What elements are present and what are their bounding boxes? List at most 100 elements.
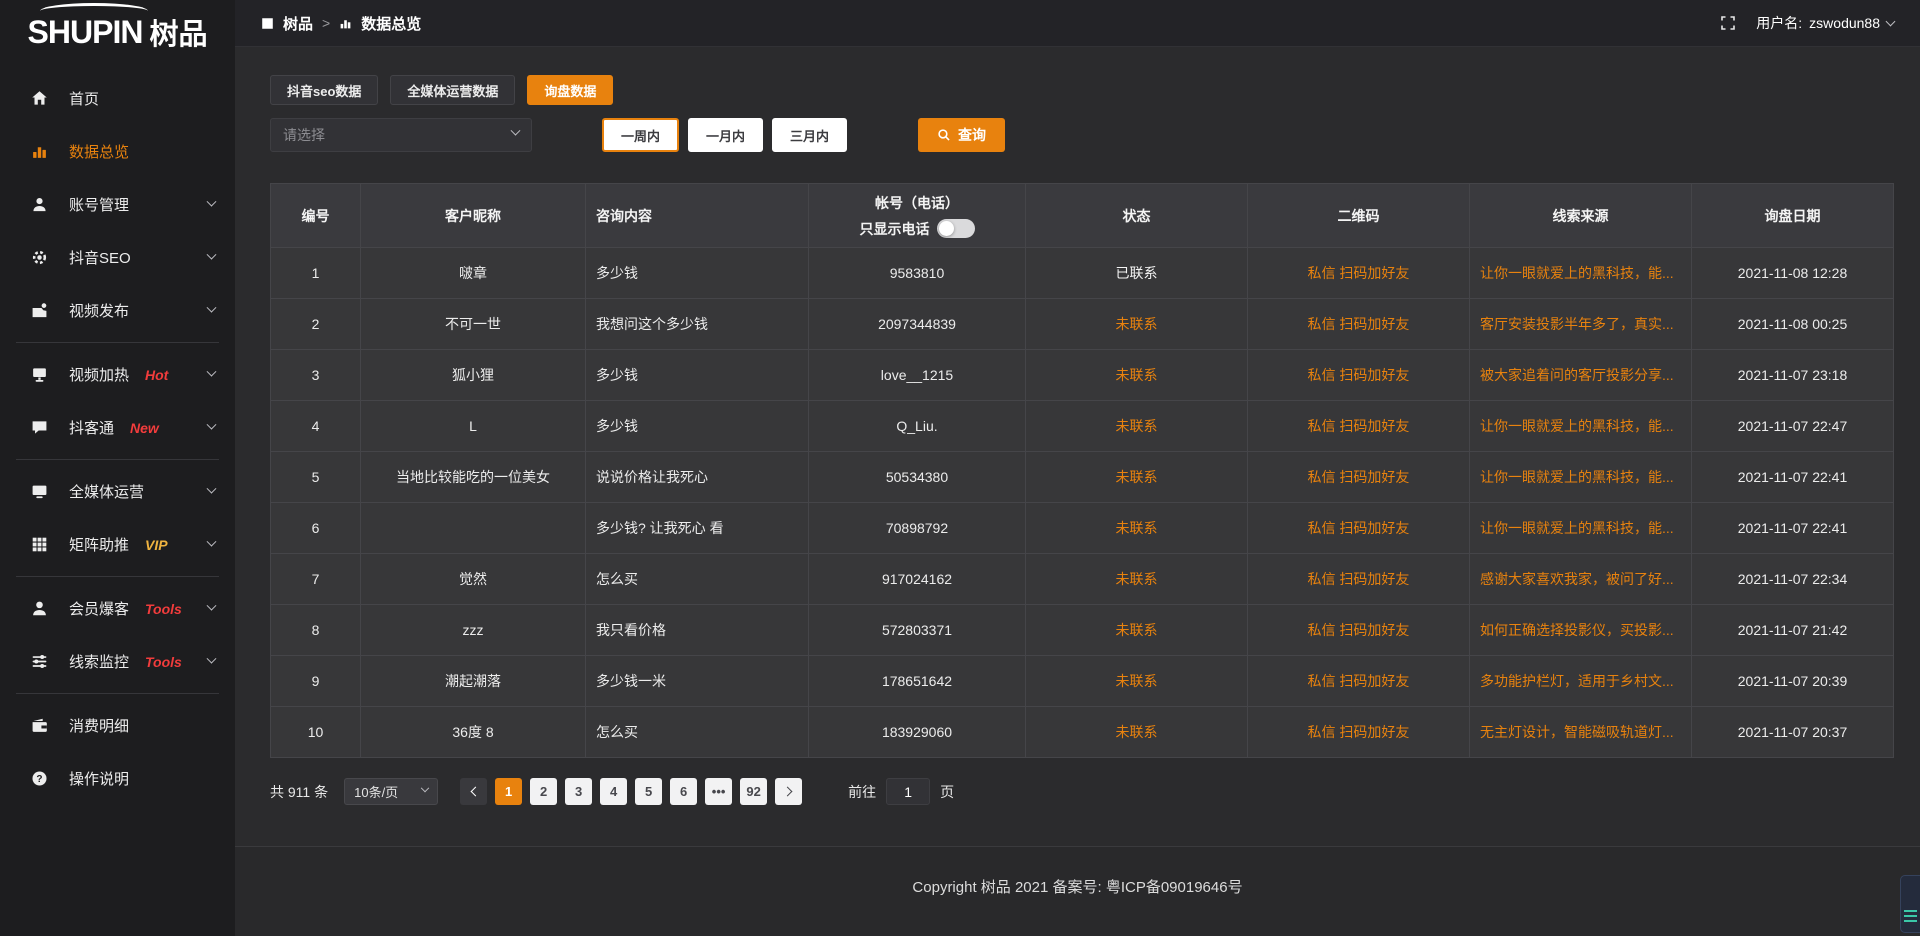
logo[interactable]: SHUPIN 树品 bbox=[0, 0, 235, 64]
user-dropdown[interactable]: 用户名: zswodun88 bbox=[1756, 13, 1894, 33]
sidebar-item-label: 数据总览 bbox=[69, 141, 129, 162]
cell-qrcode-link[interactable]: 私信 扫码加好友 bbox=[1248, 605, 1470, 656]
breadcrumb-current: 数据总览 bbox=[361, 13, 421, 34]
sidebar-menu-item[interactable]: 线索监控 Tools bbox=[0, 635, 235, 688]
cell-id: 5 bbox=[271, 452, 361, 503]
sidebar-menu-item[interactable]: ? 操作说明 bbox=[0, 752, 235, 805]
sidebar-menu-item[interactable]: 抖客通 New bbox=[0, 401, 235, 454]
sidebar-item-label: 操作说明 bbox=[69, 768, 129, 789]
home-icon bbox=[30, 90, 48, 108]
cell-content: 多少钱 bbox=[586, 401, 809, 452]
sidebar-menu-item[interactable]: 抖音SEO bbox=[0, 231, 235, 284]
page-button[interactable]: 92 bbox=[740, 778, 767, 805]
cell-account: 70898792 bbox=[809, 503, 1026, 554]
sidebar-item-label: 视频加热 bbox=[69, 364, 129, 385]
cell-qrcode-link[interactable]: 私信 扫码加好友 bbox=[1248, 503, 1470, 554]
data-tab[interactable]: 抖音seo数据 bbox=[270, 75, 378, 105]
page-button[interactable]: ••• bbox=[705, 778, 732, 805]
sidebar-menu-item[interactable]: 会员爆客 Tools bbox=[0, 582, 235, 635]
cell-qrcode-link[interactable]: 私信 扫码加好友 bbox=[1248, 707, 1470, 758]
sidebar-menu-item[interactable]: 视频发布 bbox=[0, 284, 235, 337]
column-header-date: 询盘日期 bbox=[1692, 184, 1894, 248]
sidebar-menu-item[interactable]: 全媒体运营 bbox=[0, 465, 235, 518]
cell-qrcode-link[interactable]: 私信 扫码加好友 bbox=[1248, 452, 1470, 503]
sidebar-menu-item[interactable]: 视频加热 Hot bbox=[0, 348, 235, 401]
cell-qrcode-link[interactable]: 私信 扫码加好友 bbox=[1248, 656, 1470, 707]
cell-id: 2 bbox=[271, 299, 361, 350]
range-button[interactable]: 一周内 bbox=[602, 118, 679, 152]
next-page-button[interactable] bbox=[775, 778, 802, 805]
logo-arc bbox=[40, 3, 148, 19]
table-row: 8 zzz 我只看价格 572803371 未联系 私信 扫码加好友 如何正确选… bbox=[271, 605, 1894, 656]
main-column: 树品 > 数据总览 用户名: zswodun88 bbox=[235, 0, 1920, 936]
bar-chart-icon bbox=[30, 143, 48, 161]
sidebar-item-label: 抖客通 bbox=[69, 417, 114, 438]
cell-source-link[interactable]: 客厅安装投影半年多了，真实... bbox=[1470, 299, 1692, 350]
chevron-down-icon bbox=[207, 303, 217, 313]
phone-toggle-row: 只显示电话 bbox=[809, 219, 1025, 239]
page-button[interactable]: 2 bbox=[530, 778, 557, 805]
cell-id: 4 bbox=[271, 401, 361, 452]
sidebar-menu-item[interactable]: 矩阵助推 VIP bbox=[0, 518, 235, 571]
page-button[interactable]: 5 bbox=[635, 778, 662, 805]
floating-widget[interactable] bbox=[1900, 875, 1920, 933]
cell-id: 3 bbox=[271, 350, 361, 401]
phone-only-toggle[interactable] bbox=[937, 219, 975, 238]
goto-page-input[interactable] bbox=[886, 778, 930, 805]
cell-date: 2021-11-07 22:47 bbox=[1692, 401, 1894, 452]
cell-id: 8 bbox=[271, 605, 361, 656]
sidebar-menu-item[interactable]: 数据总览 bbox=[0, 125, 235, 178]
cell-source-link[interactable]: 无主灯设计，智能磁吸轨道灯... bbox=[1470, 707, 1692, 758]
sidebar-menu-item[interactable]: 消费明细 bbox=[0, 699, 235, 752]
cell-qrcode-link[interactable]: 私信 扫码加好友 bbox=[1248, 299, 1470, 350]
cell-source-link[interactable]: 让你一眼就爱上的黑科技，能... bbox=[1470, 452, 1692, 503]
cell-qrcode-link[interactable]: 私信 扫码加好友 bbox=[1248, 350, 1470, 401]
page-button[interactable]: 3 bbox=[565, 778, 592, 805]
help-icon: ? bbox=[30, 770, 48, 788]
cell-status: 未联系 bbox=[1026, 605, 1248, 656]
filter-select[interactable]: 请选择 bbox=[270, 118, 532, 152]
cell-source-link[interactable]: 让你一眼就爱上的黑科技，能... bbox=[1470, 248, 1692, 299]
cell-source-link[interactable]: 多功能护栏灯，适用于乡村文... bbox=[1470, 656, 1692, 707]
cell-source-link[interactable]: 感谢大家喜欢我家，被问了好... bbox=[1470, 554, 1692, 605]
chevron-down-icon bbox=[207, 484, 217, 494]
cell-source-link[interactable]: 如何正确选择投影仪，买投影... bbox=[1470, 605, 1692, 656]
page-size-value: 10条/页 bbox=[354, 782, 398, 801]
cell-status: 未联系 bbox=[1026, 554, 1248, 605]
range-button[interactable]: 三月内 bbox=[772, 118, 847, 152]
table-header: 编号 客户昵称 咨询内容 帐号（电话） 只显示电话 状态 二维码 线索来源 bbox=[271, 184, 1894, 248]
cell-qrcode-link[interactable]: 私信 扫码加好友 bbox=[1248, 554, 1470, 605]
cell-account: 9583810 bbox=[809, 248, 1026, 299]
chevron-left-icon bbox=[470, 787, 480, 797]
page-button[interactable]: 1 bbox=[495, 778, 522, 805]
cell-qrcode-link[interactable]: 私信 扫码加好友 bbox=[1248, 248, 1470, 299]
sidebar-item-label: 全媒体运营 bbox=[69, 481, 144, 502]
logo-text-cn: 树品 bbox=[149, 11, 207, 53]
sidebar-menu-item[interactable]: 首页 bbox=[0, 72, 235, 125]
table-row: 10 36度 8 怎么买 183929060 未联系 私信 扫码加好友 无主灯设… bbox=[271, 707, 1894, 758]
data-tab[interactable]: 询盘数据 bbox=[527, 75, 613, 105]
query-button[interactable]: 查询 bbox=[918, 118, 1005, 152]
cell-source-link[interactable]: 让你一眼就爱上的黑科技，能... bbox=[1470, 503, 1692, 554]
breadcrumb-root[interactable]: 树品 bbox=[283, 13, 313, 34]
prev-page-button[interactable] bbox=[460, 778, 487, 805]
breadcrumb-separator: > bbox=[322, 15, 330, 31]
sidebar-menu-item[interactable]: 账号管理 bbox=[0, 178, 235, 231]
sliders-icon bbox=[30, 653, 48, 671]
cell-content: 怎么买 bbox=[586, 707, 809, 758]
cell-nickname: L bbox=[361, 401, 586, 452]
range-button[interactable]: 一月内 bbox=[688, 118, 763, 152]
table-row: 9 潮起潮落 多少钱一米 178651642 未联系 私信 扫码加好友 多功能护… bbox=[271, 656, 1894, 707]
cell-source-link[interactable]: 让你一眼就爱上的黑科技，能... bbox=[1470, 401, 1692, 452]
page-button[interactable]: 6 bbox=[670, 778, 697, 805]
page-size-select[interactable]: 10条/页 bbox=[344, 778, 438, 805]
fullscreen-icon[interactable] bbox=[1720, 15, 1736, 31]
cell-qrcode-link[interactable]: 私信 扫码加好友 bbox=[1248, 401, 1470, 452]
grid-icon bbox=[30, 536, 48, 554]
cell-source-link[interactable]: 被大家追着问的客厅投影分享... bbox=[1470, 350, 1692, 401]
page-button[interactable]: 4 bbox=[600, 778, 627, 805]
cell-account: 50534380 bbox=[809, 452, 1026, 503]
menu-divider bbox=[16, 693, 219, 694]
column-header-account: 帐号（电话） 只显示电话 bbox=[809, 184, 1026, 248]
data-tab[interactable]: 全媒体运营数据 bbox=[390, 75, 515, 105]
